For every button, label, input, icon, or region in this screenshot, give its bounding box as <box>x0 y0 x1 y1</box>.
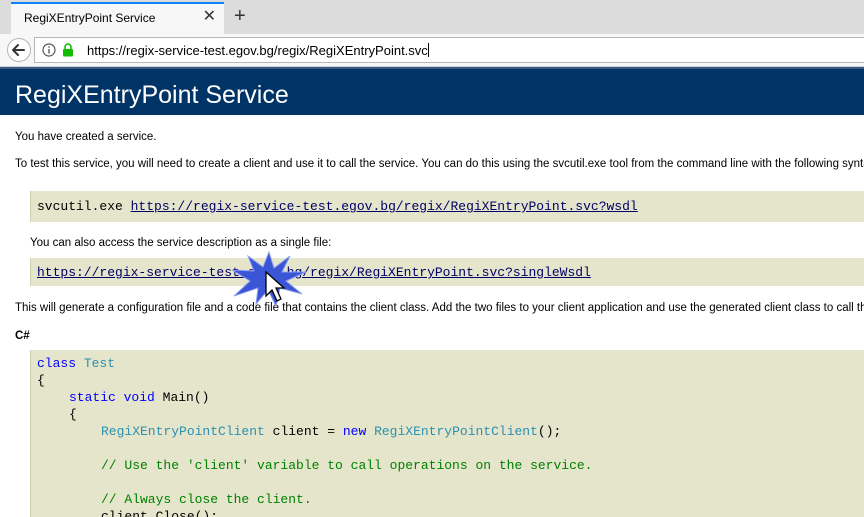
code-line-2: { <box>37 373 45 388</box>
code-keyword: void <box>123 390 155 405</box>
code-keyword: class <box>37 356 77 371</box>
code-method: Main() <box>162 390 210 405</box>
tab-strip: RegiXEntryPoint Service ✕ + <box>0 0 864 34</box>
code-type: RegiXEntryPointClient <box>374 424 538 439</box>
page-title: RegiXEntryPoint Service <box>15 81 289 109</box>
code-text: client = <box>272 424 343 439</box>
tab-title: RegiXEntryPoint Service <box>24 11 156 25</box>
back-arrow-icon <box>12 44 25 56</box>
code-line-1: class Test <box>37 356 115 371</box>
svcutil-command: svcutil.exe <box>37 199 131 214</box>
lock-icon[interactable] <box>62 43 74 57</box>
code-keyword: static <box>69 390 116 405</box>
intro-text: You have created a service. <box>15 131 157 143</box>
new-tab-icon[interactable]: + <box>234 6 246 26</box>
page-header: RegiXEntryPoint Service <box>0 69 864 115</box>
code-type: RegiXEntryPointClient <box>101 424 265 439</box>
csharp-heading: C# <box>15 330 30 342</box>
single-wsdl-box: https://regix-service-test.egov.bg/regix… <box>30 258 864 286</box>
code-text: (); <box>537 424 562 439</box>
click-burst-icon <box>231 250 307 308</box>
code-comment: // Always close the client. <box>101 492 312 507</box>
csharp-code-block: class Test { static void Main() { RegiXE… <box>30 350 864 517</box>
code-line-3: static void Main() <box>69 390 209 405</box>
generate-text: This will generate a configuration file … <box>15 302 864 314</box>
code-comment: // Use the 'client' variable to call ope… <box>101 458 593 473</box>
back-button[interactable] <box>7 38 31 62</box>
navigation-bar: https://regix-service-test.egov.bg/regix… <box>0 34 864 67</box>
text-caret <box>427 43 429 57</box>
url-input[interactable]: https://regix-service-test.egov.bg/regix… <box>87 43 429 58</box>
close-tab-icon[interactable]: ✕ <box>203 9 216 25</box>
test-instructions: To test this service, you will need to c… <box>15 158 864 170</box>
code-line-close: client.Close(); <box>101 509 219 517</box>
wsdl-link[interactable]: https://regix-service-test.egov.bg/regix… <box>131 199 638 214</box>
code-keyword: new <box>342 424 367 439</box>
address-bar[interactable]: https://regix-service-test.egov.bg/regix… <box>34 37 864 63</box>
info-icon[interactable] <box>42 43 56 57</box>
url-text: https://regix-service-test.egov.bg/regix… <box>87 43 428 58</box>
code-line-5: RegiXEntryPointClient client = new RegiX… <box>101 424 561 439</box>
single-file-text: You can also access the service descript… <box>30 237 332 249</box>
code-line-4: { <box>69 407 77 422</box>
svcutil-code-box: svcutil.exe https://regix-service-test.e… <box>30 191 864 222</box>
single-wsdl-link[interactable]: https://regix-service-test.egov.bg/regix… <box>37 265 591 280</box>
page-content: RegiXEntryPoint Service You have created… <box>0 67 864 517</box>
browser-tab[interactable]: RegiXEntryPoint Service ✕ <box>11 2 224 34</box>
code-type: Test <box>83 356 116 371</box>
